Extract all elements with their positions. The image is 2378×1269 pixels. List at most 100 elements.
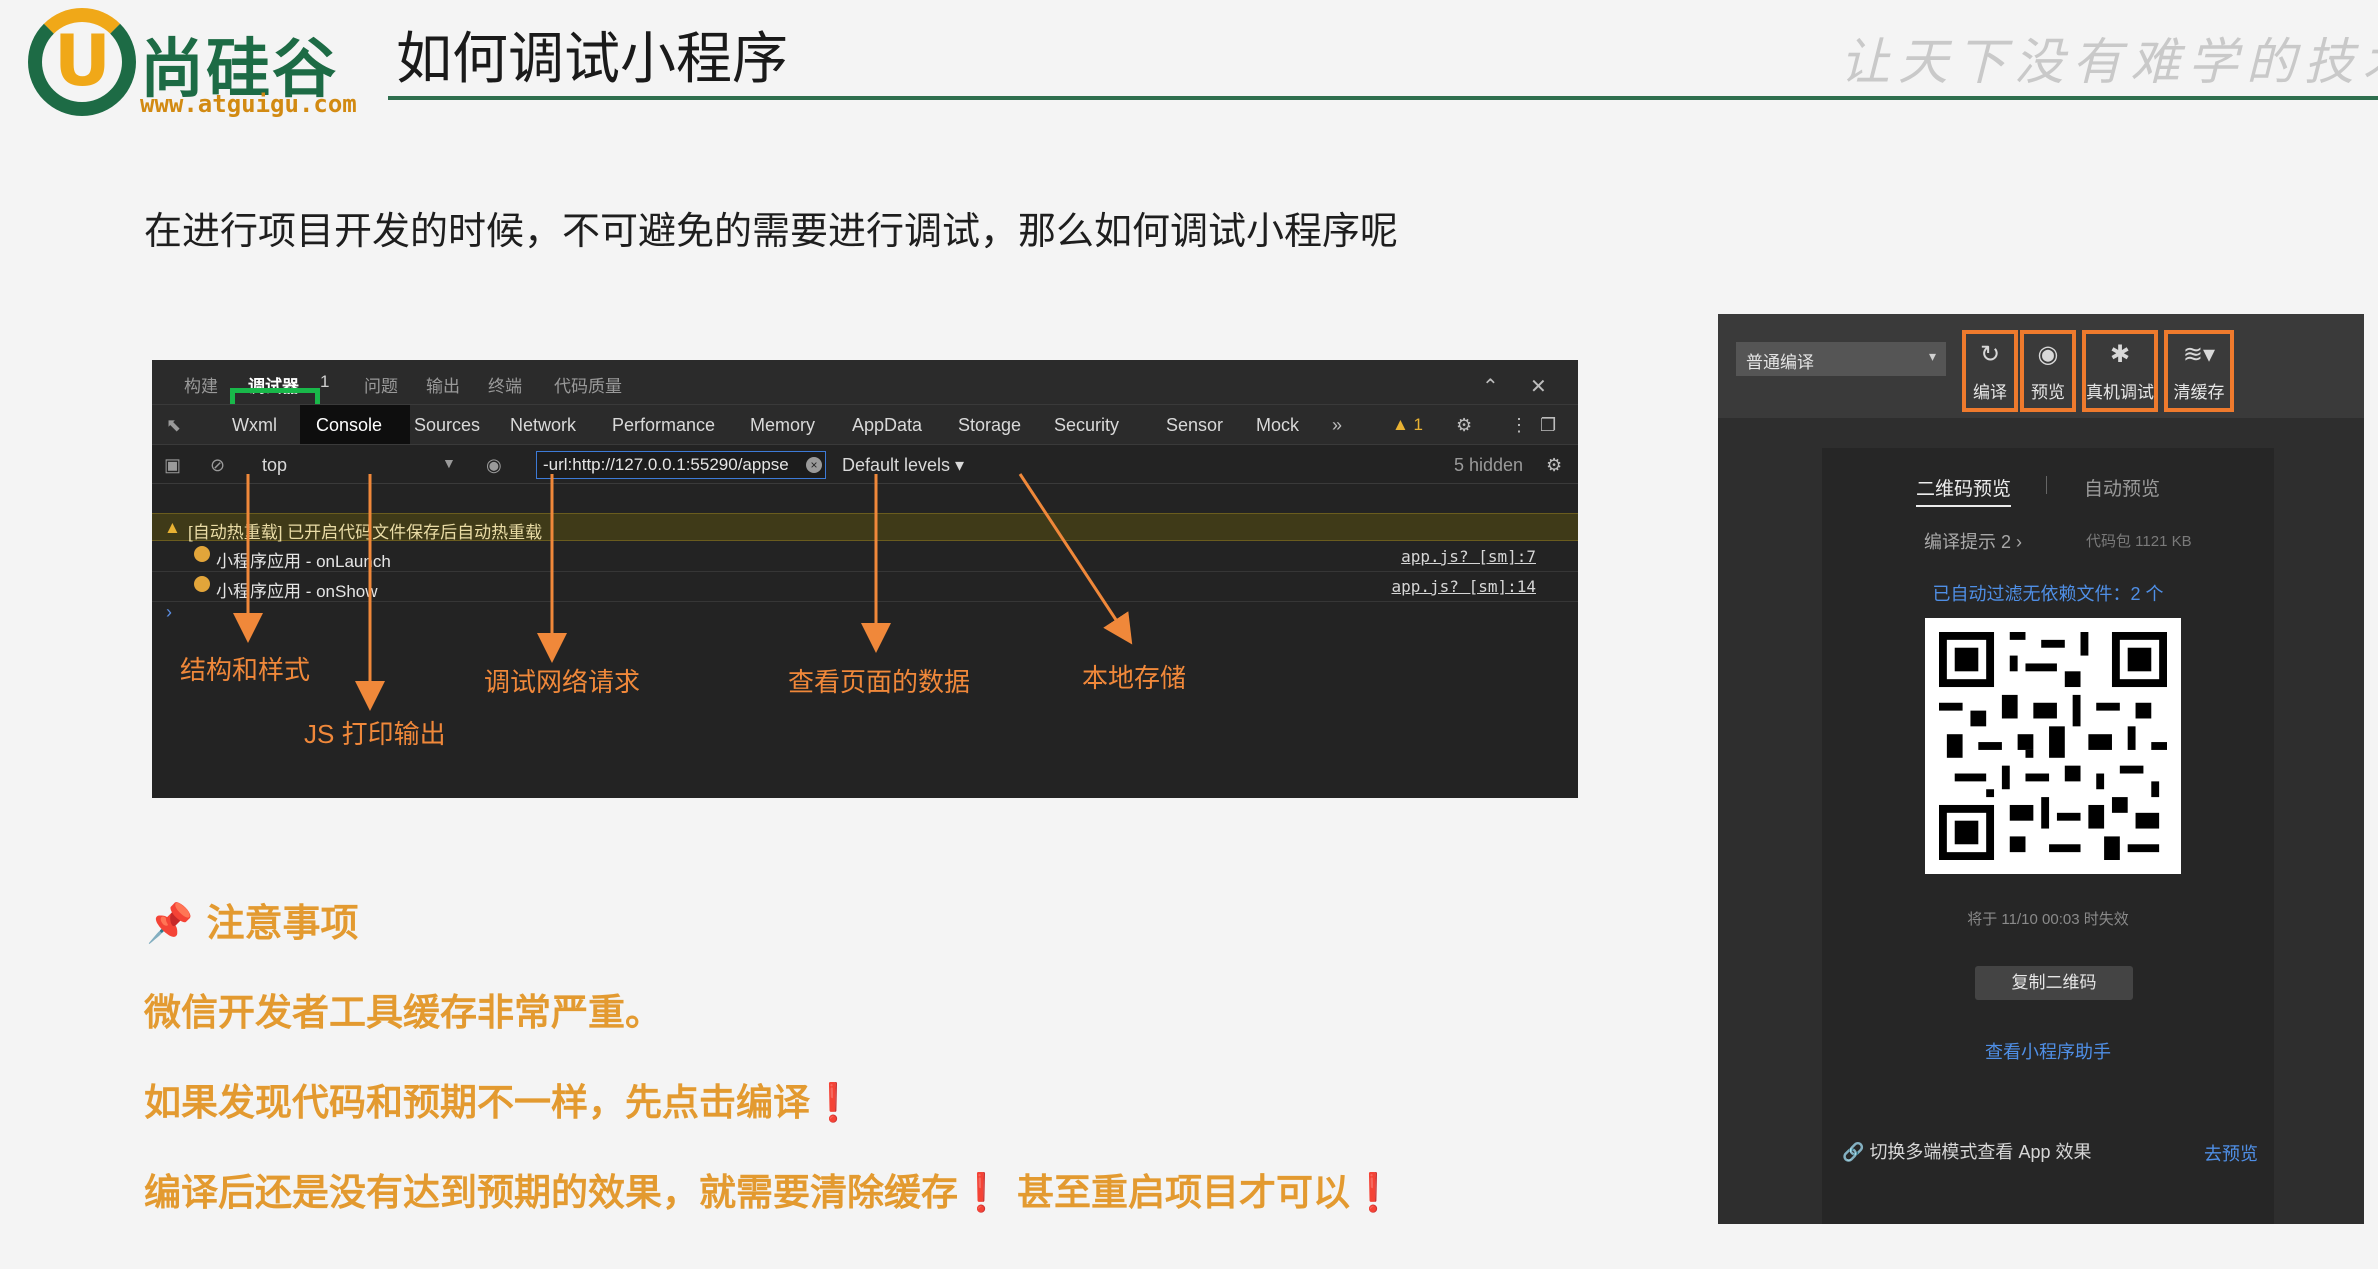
log-levels-select[interactable]: Default levels ▾: [842, 455, 964, 476]
context-select[interactable]: top: [262, 455, 287, 476]
link-icon: 🔗: [1842, 1142, 1865, 1162]
remote-debug-button[interactable]: ✱ 真机调试: [2082, 330, 2158, 412]
kebab-menu-icon[interactable]: ⋮: [1510, 415, 1528, 436]
filtered-files-link[interactable]: 已自动过滤无依赖文件：2 个: [1822, 580, 2274, 606]
chevron-down-icon[interactable]: ▼: [442, 455, 456, 471]
qr-expire-text: 将于 11/10 00:03 时失效: [1967, 911, 2129, 928]
note-item: 如果发现代码和预期不一样，先点击编译❗: [144, 1072, 856, 1126]
console-settings-icon[interactable]: ⚙: [1546, 455, 1562, 476]
bug-icon: ✱: [2109, 341, 2131, 368]
log-source-link[interactable]: app.js? [sm]:14: [1392, 577, 1537, 596]
clear-filter-icon[interactable]: ×: [806, 457, 822, 473]
refresh-icon: ↻: [1979, 341, 2001, 368]
note-item: 微信开发者工具缓存非常严重。: [144, 982, 662, 1036]
compile-mode-select[interactable]: 普通编译 ▾: [1736, 342, 1946, 376]
undock-icon[interactable]: ❐: [1540, 415, 1556, 436]
compile-hint[interactable]: 编译提示 2 ›: [1924, 528, 2022, 554]
tab-code-quality[interactable]: 代码质量: [554, 372, 622, 397]
qr-code-icon: [1939, 632, 2167, 860]
clear-cache-label: 清缓存: [2173, 383, 2225, 402]
atguigu-logo: U 尚硅谷 www.atguigu.com: [28, 8, 368, 120]
tab-mock[interactable]: Mock: [1256, 415, 1299, 436]
tab-console-label: Console: [316, 415, 383, 435]
go-preview-link[interactable]: 去预览: [2204, 1140, 2258, 1166]
annotation-appdata: 查看页面的数据: [788, 667, 971, 697]
tab-separator: [2046, 476, 2047, 494]
clear-console-icon[interactable]: ⊘: [210, 455, 225, 476]
console-warning-row: ▲ [自动热重载] 已开启代码文件保存后自动热重载: [152, 513, 1578, 542]
note-text: 编译后还是没有达到预期的效果，就需要清除缓存: [144, 1171, 958, 1214]
warning-count[interactable]: ▲ 1: [1392, 415, 1423, 435]
log-source-link[interactable]: app.js? [sm]:7: [1401, 547, 1536, 566]
tab-output[interactable]: 输出: [426, 372, 460, 397]
tab-build[interactable]: 构建: [184, 372, 218, 397]
miniprogram-helper-link[interactable]: 查看小程序助手: [1822, 1038, 2274, 1064]
tab-terminal[interactable]: 终端: [488, 372, 522, 397]
preview-label: 预览: [2031, 383, 2065, 402]
intro-text: 在进行项目开发的时候，不可避免的需要进行调试，那么如何调试小程序呢: [144, 209, 1399, 253]
debugger-badge: 1: [320, 372, 330, 391]
devtools-panel-tabs: ⬉ Wxml Console Sources Network Performan…: [152, 404, 1578, 445]
qr-code: [1925, 618, 2181, 874]
gear-icon[interactable]: ⚙: [1456, 415, 1472, 436]
layers-icon: ≋▾: [2182, 341, 2216, 368]
clear-cache-button[interactable]: ≋▾ 清缓存: [2164, 330, 2234, 412]
tab-auto-preview[interactable]: 自动预览: [2084, 474, 2160, 501]
tab-sources[interactable]: Sources: [414, 415, 480, 436]
sidebar-toggle-icon[interactable]: ▣: [164, 455, 181, 476]
tab-wxml[interactable]: Wxml: [232, 415, 277, 436]
eye-icon: ◉: [2037, 341, 2059, 368]
warning-icon: ▲: [164, 518, 181, 537]
annotation-console: JS 打印输出: [304, 719, 446, 749]
preview-tabs: 二维码预览 自动预览: [1822, 448, 2274, 520]
switch-multi-end-row[interactable]: 🔗 切换多端模式查看 App 效果: [1842, 1138, 2091, 1164]
medal-icon: [194, 546, 210, 562]
chevron-down-icon: ▾: [1928, 348, 1936, 364]
note-text: 微信开发者工具缓存非常严重。: [144, 991, 662, 1034]
annotation-wxml: 结构和样式: [180, 655, 311, 685]
note-text: 甚至重启项目才可以: [1016, 1171, 1350, 1214]
note-item: 编译后还是没有达到预期的效果，就需要清除缓存❗ 甚至重启项目才可以❗: [144, 1162, 1396, 1216]
inspect-element-icon[interactable]: ⬉: [166, 415, 181, 436]
log-message: 小程序应用 - onLaunch: [216, 552, 391, 571]
log-row: 小程序应用 - onShow app.js? [sm]:14: [152, 572, 1578, 602]
tab-problems[interactable]: 问题: [364, 372, 398, 397]
switch-multi-end-text: 切换多端模式查看 App 效果: [1869, 1142, 2092, 1162]
wechat-preview-panel: 普通编译 ▾ ↻ 编译 ◉ 预览 ✱ 真机调试 ≋▾ 清缓存 二维码预览 自动预…: [1718, 314, 2364, 1224]
tab-security[interactable]: Security: [1054, 415, 1119, 436]
more-tabs-icon[interactable]: »: [1332, 415, 1342, 436]
notes-title: 📌 注意事项: [146, 901, 359, 945]
exclamation-icon: ❗: [958, 1171, 1005, 1214]
log-row: 小程序应用 - onLaunch app.js? [sm]:7: [152, 542, 1578, 572]
chevron-up-icon[interactable]: ⌃: [1482, 374, 1499, 399]
preview-toolbar: 普通编译 ▾ ↻ 编译 ◉ 预览 ✱ 真机调试 ≋▾ 清缓存: [1718, 314, 2364, 418]
exclamation-icon: ❗: [810, 1081, 857, 1124]
remote-debug-label: 真机调试: [2086, 383, 2154, 402]
tab-qr-preview[interactable]: 二维码预览: [1916, 474, 2012, 507]
logo-u-letter: U: [54, 20, 111, 102]
close-icon[interactable]: ✕: [1530, 374, 1547, 399]
devtools-top-bar: 构建 调试器 1 问题 输出 终端 代码质量 ⌃ ✕: [152, 360, 1578, 404]
tab-console[interactable]: Console: [300, 405, 410, 445]
compile-button[interactable]: ↻ 编译: [1962, 330, 2018, 412]
tab-performance[interactable]: Performance: [612, 415, 715, 436]
tab-sensor[interactable]: Sensor: [1166, 415, 1223, 436]
qr-preview-card: 二维码预览 自动预览 编译提示 2 › 代码包 1121 KB 已自动过滤无依赖…: [1822, 448, 2274, 1224]
tab-memory[interactable]: Memory: [750, 415, 815, 436]
preview-button[interactable]: ◉ 预览: [2020, 330, 2076, 412]
annotation-network: 调试网络请求: [484, 667, 641, 697]
copy-qr-button[interactable]: 复制二维码: [1975, 966, 2133, 1000]
tab-storage[interactable]: Storage: [958, 415, 1021, 436]
warning-message: [自动热重载] 已开启代码文件保存后自动热重载: [188, 523, 543, 542]
note-text: 如果发现代码和预期不一样，先点击编译: [144, 1081, 810, 1124]
console-prompt-icon[interactable]: ›: [166, 602, 172, 623]
devtools-panel: 构建 调试器 1 问题 输出 终端 代码质量 ⌃ ✕ ⬉ Wxml Consol…: [152, 360, 1578, 798]
compile-label: 编译: [1973, 383, 2007, 402]
console-filter-input[interactable]: -url:http://127.0.0.1:55290/appse: [536, 451, 826, 479]
medal-icon: [194, 576, 210, 592]
logo-url: www.atguigu.com: [140, 90, 357, 118]
tab-appdata[interactable]: AppData: [852, 415, 922, 436]
eye-icon[interactable]: ◉: [486, 455, 502, 476]
tab-network[interactable]: Network: [510, 415, 576, 436]
compile-mode-label: 普通编译: [1746, 353, 1814, 372]
